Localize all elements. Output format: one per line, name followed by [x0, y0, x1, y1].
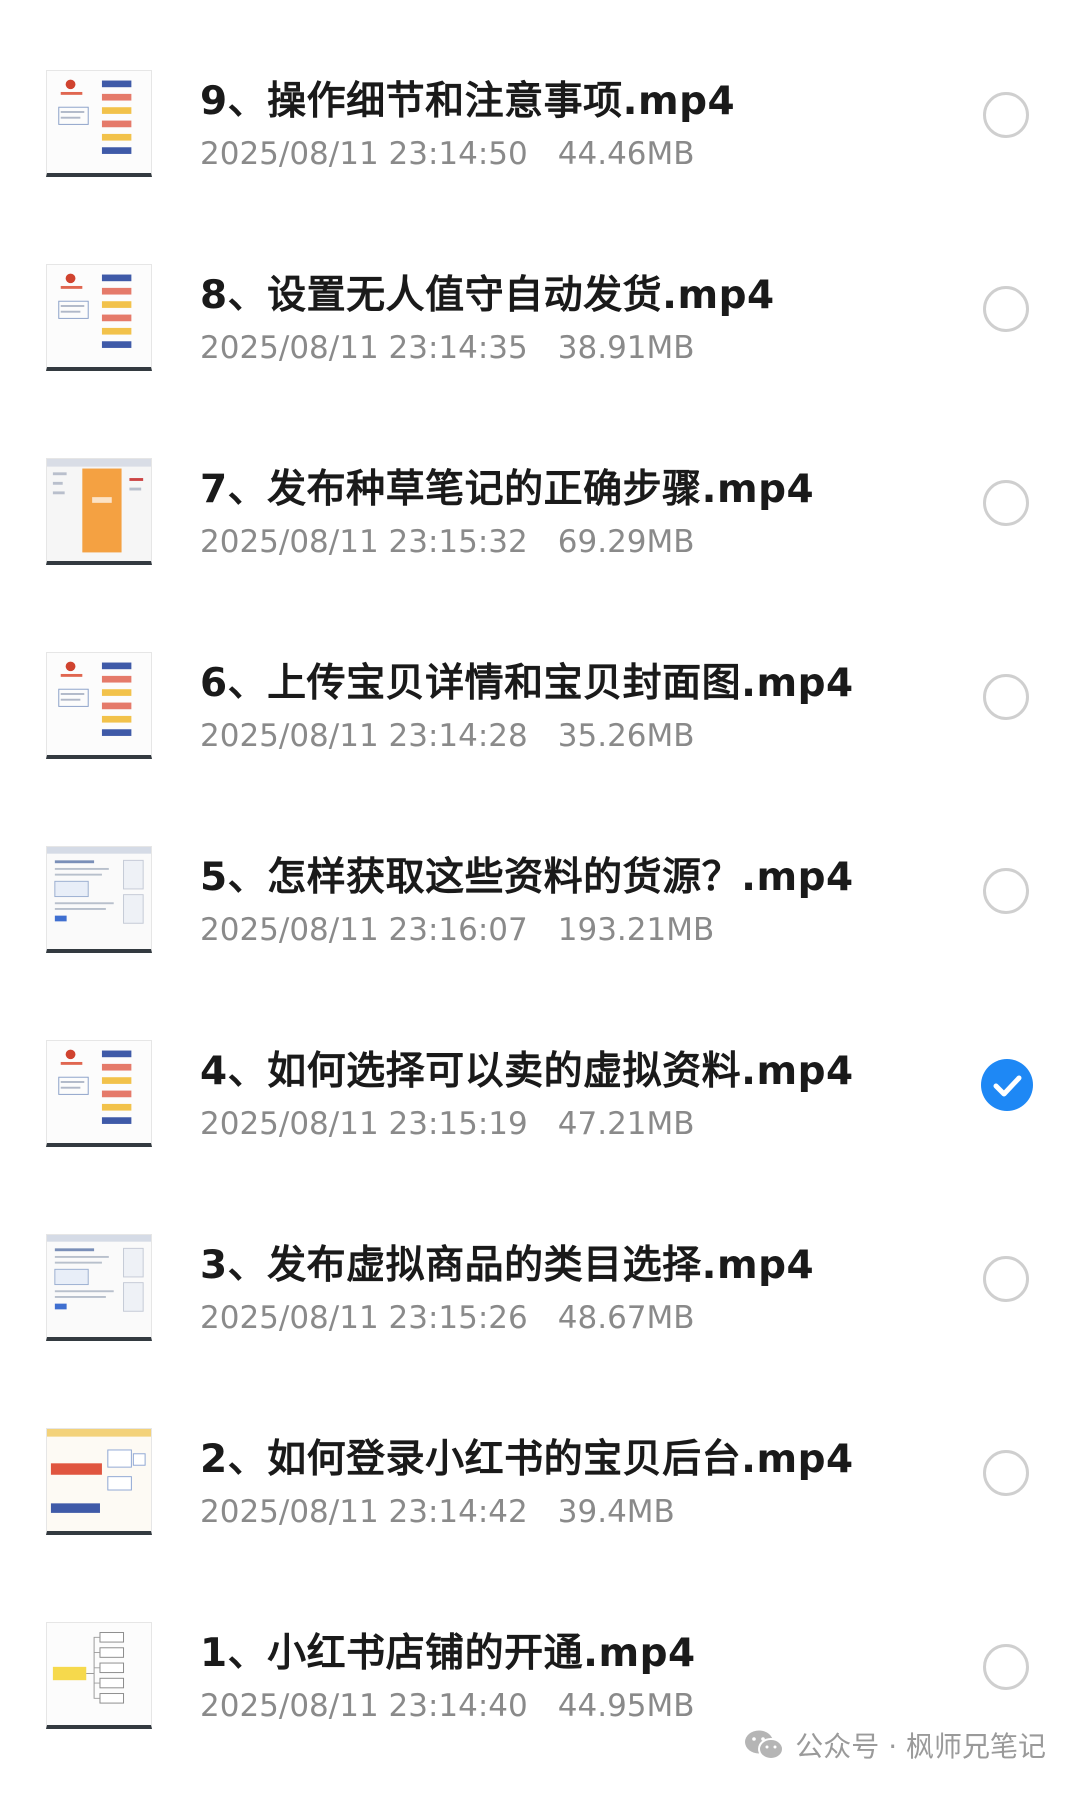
select-checkbox[interactable]: [983, 1450, 1029, 1496]
select-checkbox[interactable]: [983, 868, 1029, 914]
file-name: 7、发布种草笔记的正确步骤.mp4: [200, 467, 815, 512]
select-checkbox[interactable]: [983, 1256, 1029, 1302]
watermark-text: 公众号 · 枫师兄笔记: [795, 1730, 1046, 1763]
file-size: 69.29MB: [557, 524, 695, 560]
file-meta: 2025/08/11 23:14:50 44.46MB: [200, 136, 695, 172]
file-date: 2025/08/11 23:14:42: [200, 1494, 528, 1530]
file-row[interactable]: 3、发布虚拟商品的类目选择.mp4 2025/08/11 23:15:26 48.6…: [0, 1234, 1080, 1428]
file-meta: 2025/08/11 23:14:40 44.95MB: [200, 1688, 695, 1724]
watermark: 公众号 · 枫师兄笔记: [743, 1725, 1046, 1765]
file-name: 9、操作细节和注意事项.mp4: [200, 79, 736, 124]
select-checkbox-checked[interactable]: [981, 1059, 1033, 1111]
select-checkbox[interactable]: [983, 674, 1029, 720]
file-row[interactable]: 8、设置无人值守自动发货.mp4 2025/08/11 23:14:35 38.91…: [0, 264, 1080, 458]
file-meta: 2025/08/11 23:14:35 38.91MB: [200, 330, 695, 366]
file-size: 47.21MB: [557, 1106, 695, 1142]
file-date: 2025/08/11 23:15:32: [200, 524, 528, 560]
file-meta: 2025/08/11 23:15:26 48.67MB: [200, 1300, 695, 1336]
select-checkbox[interactable]: [983, 92, 1029, 138]
wechat-icon: [745, 1730, 785, 1760]
file-name: 1、小红书店铺的开通.mp4: [200, 1631, 696, 1676]
file-name: 3、发布虚拟商品的类目选择.mp4: [200, 1243, 815, 1288]
file-row[interactable]: 6、上传宝贝详情和宝贝封面图.mp4 2025/08/11 23:14:28 35.…: [0, 652, 1080, 846]
file-date: 2025/08/11 23:15:19: [200, 1106, 528, 1142]
file-meta: 2025/08/11 23:14:28 35.26MB: [200, 718, 695, 754]
file-name: 5、怎样获取这些资料的货源？.mp4: [200, 855, 854, 900]
file-size: 44.46MB: [557, 136, 695, 172]
file-date: 2025/08/11 23:14:50: [200, 136, 528, 172]
file-name: 2、如何登录小红书的宝贝后台.mp4: [200, 1437, 854, 1482]
file-size: 193.21MB: [557, 912, 715, 948]
video-thumbnail[interactable]: [46, 652, 152, 759]
file-date: 2025/08/11 23:14:28: [200, 718, 528, 754]
select-checkbox[interactable]: [983, 1644, 1029, 1690]
select-checkbox[interactable]: [983, 286, 1029, 332]
video-thumbnail[interactable]: [46, 1428, 152, 1535]
file-row[interactable]: 4、如何选择可以卖的虚拟资料.mp4 2025/08/11 23:15:19 47.…: [0, 1040, 1080, 1234]
select-checkbox[interactable]: [983, 480, 1029, 526]
video-thumbnail[interactable]: [46, 70, 152, 177]
file-date: 2025/08/11 23:15:26: [200, 1300, 528, 1336]
file-meta: 2025/08/11 23:15:32 69.29MB: [200, 524, 695, 560]
file-date: 2025/08/11 23:14:40: [200, 1688, 528, 1724]
video-thumbnail[interactable]: [46, 458, 152, 565]
file-row[interactable]: 1、小红书店铺的开通.mp4 2025/08/11 23:14:40 44.95MB: [0, 1622, 1080, 1816]
file-size: 35.26MB: [557, 718, 695, 754]
video-thumbnail[interactable]: [46, 1040, 152, 1147]
file-meta: 2025/08/11 23:16:07 193.21MB: [200, 912, 714, 948]
file-size: 38.91MB: [557, 330, 695, 366]
file-name: 6、上传宝贝详情和宝贝封面图.mp4: [200, 661, 854, 706]
file-row[interactable]: 7、发布种草笔记的正确步骤.mp4 2025/08/11 23:15:32 69.2…: [0, 458, 1080, 652]
file-name: 4、如何选择可以卖的虚拟资料.mp4: [200, 1049, 854, 1094]
file-size: 39.4MB: [557, 1494, 675, 1530]
video-thumbnail[interactable]: [46, 1622, 152, 1729]
file-row[interactable]: 9、操作细节和注意事项.mp4 2025/08/11 23:14:50 44.46M…: [0, 70, 1080, 264]
file-row[interactable]: 5、怎样获取这些资料的货源？.mp4 2025/08/11 23:16:07 193…: [0, 846, 1080, 1040]
file-size: 48.67MB: [557, 1300, 695, 1336]
file-meta: 2025/08/11 23:14:42 39.4MB: [200, 1494, 675, 1530]
checkmark-icon: [993, 1075, 1022, 1097]
file-size: 44.95MB: [557, 1688, 695, 1724]
file-name: 8、设置无人值守自动发货.mp4: [200, 273, 775, 318]
video-thumbnail[interactable]: [46, 264, 152, 371]
file-row[interactable]: 2、如何登录小红书的宝贝后台.mp4 2025/08/11 23:14:42 39.…: [0, 1428, 1080, 1622]
video-thumbnail[interactable]: [46, 846, 152, 953]
video-thumbnail[interactable]: [46, 1234, 152, 1341]
file-date: 2025/08/11 23:14:35: [200, 330, 528, 366]
file-date: 2025/08/11 23:16:07: [200, 912, 528, 948]
file-meta: 2025/08/11 23:15:19 47.21MB: [200, 1106, 695, 1142]
